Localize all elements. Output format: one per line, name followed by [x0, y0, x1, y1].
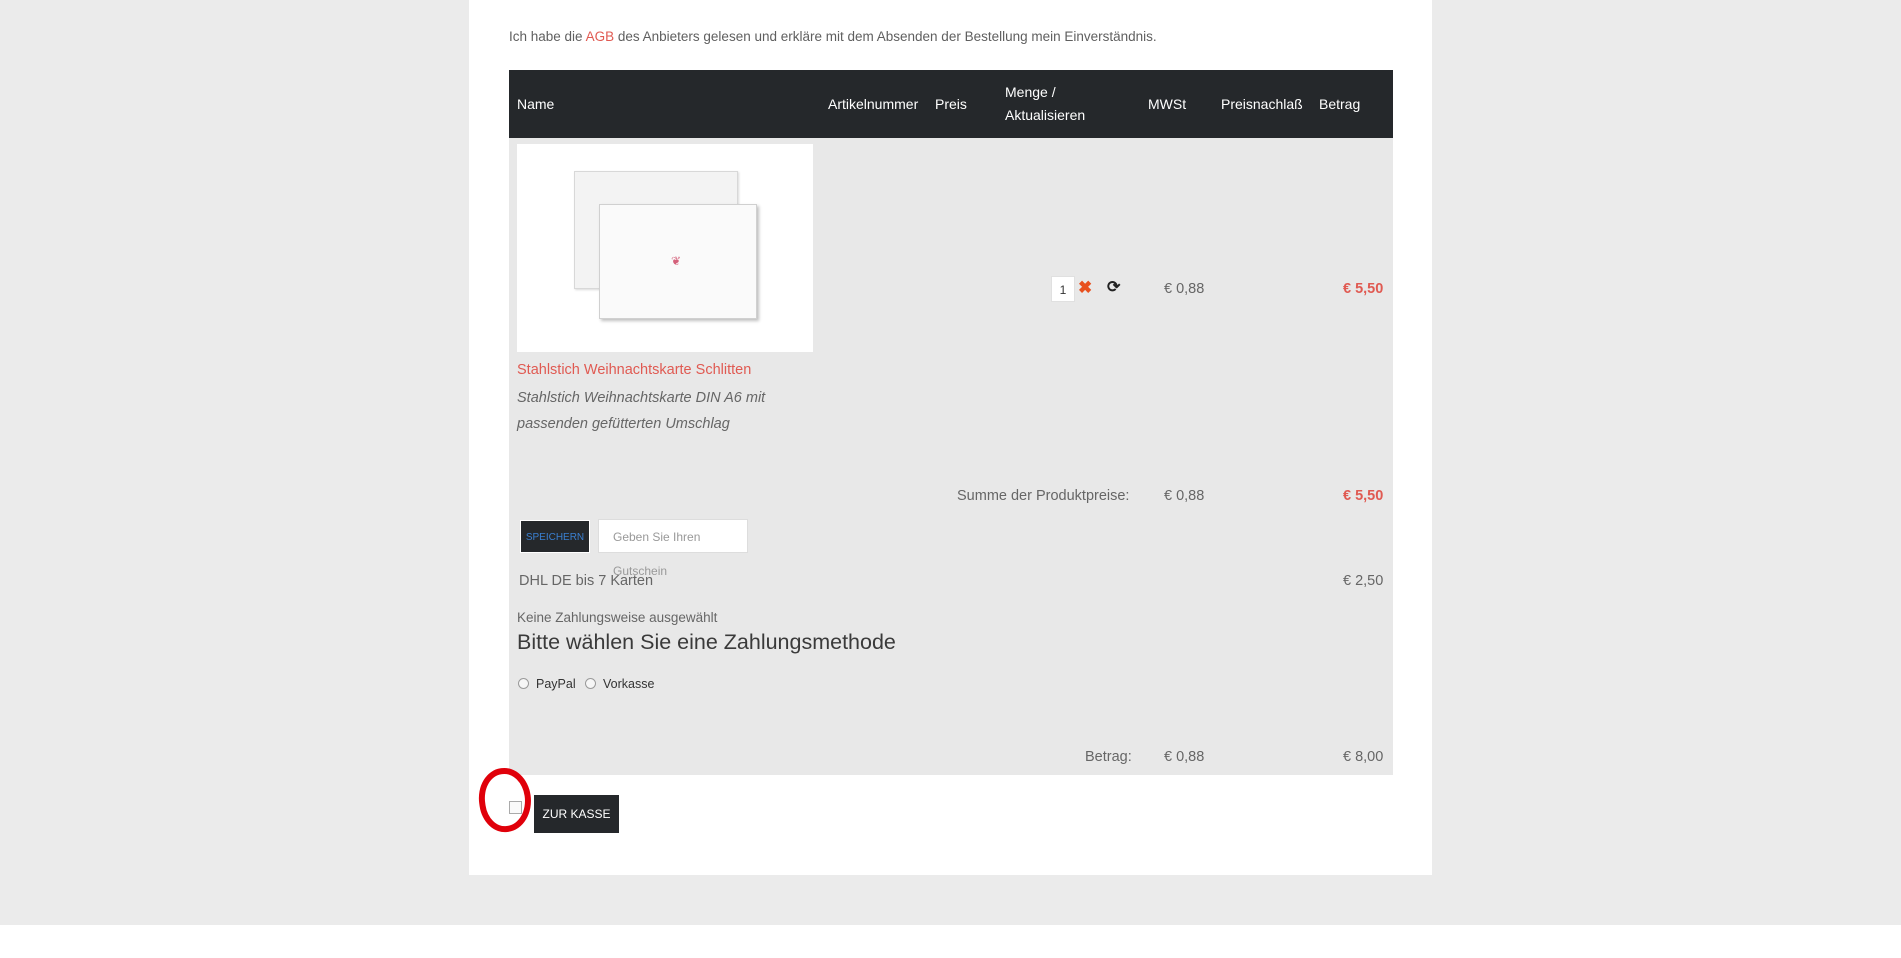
vorkasse-label[interactable]: Vorkasse	[603, 677, 654, 691]
header-amount: Betrag	[1319, 96, 1361, 112]
subtotal-label: Summe der Produktpreise:	[957, 488, 1130, 504]
header-price: Preis	[935, 96, 967, 112]
paypal-radio[interactable]	[518, 678, 529, 689]
total-vat: € 0,88	[1164, 749, 1205, 765]
total-amount: € 8,00	[1343, 749, 1384, 765]
agb-text-before: Ich habe die	[509, 29, 583, 44]
agb-checkbox[interactable]	[509, 801, 522, 814]
agb-text-after: des Anbieters gelesen und erkläre mit de…	[617, 29, 1157, 44]
product-total: € 5,50	[1343, 281, 1384, 297]
checkout-button[interactable]: ZUR KASSE	[534, 795, 619, 833]
payment-none-selected: Keine Zahlungsweise ausgewählt	[517, 610, 718, 625]
save-coupon-button[interactable]: SPEICHERN	[520, 520, 590, 553]
product-description: Stahlstich Weihnachtskarte DIN A6 mit pa…	[517, 390, 766, 432]
paypal-label[interactable]: PayPal	[536, 677, 576, 691]
agb-notice: Ich habe die AGB des Anbieters gelesen u…	[509, 29, 1157, 44]
header-qty-line2: Aktualisieren	[1005, 107, 1086, 123]
delete-icon[interactable]: ✖	[1078, 278, 1092, 298]
subtotal-total: € 5,50	[1343, 488, 1384, 504]
header-sku: Artikelnummer	[828, 96, 919, 112]
product-name-link[interactable]: Stahlstich Weihnachtskarte Schlitten	[517, 362, 751, 378]
shipping-price: € 2,50	[1343, 573, 1384, 589]
header-name: Name	[517, 96, 555, 112]
shipping-label: DHL DE bis 7 Karten	[519, 573, 654, 589]
coupon-input[interactable]: Geben Sie Ihren Gutschein	[598, 519, 748, 578]
refresh-icon[interactable]: ⟳	[1107, 278, 1120, 298]
agb-link[interactable]: AGB	[586, 29, 615, 44]
header-vat: MWSt	[1148, 96, 1187, 112]
header-qty-line1: Menge /	[1005, 84, 1056, 100]
cart-table-header: Name Artikelnummer Preis Menge / Aktuali…	[509, 70, 1393, 138]
product-vat: € 0,88	[1164, 281, 1205, 297]
quantity-input[interactable]: 1	[1051, 276, 1075, 302]
header-discount: Preisnachlaß	[1221, 96, 1303, 112]
vorkasse-radio[interactable]	[585, 678, 596, 689]
sleigh-engraving: ❦	[670, 254, 682, 268]
total-label: Betrag:	[1085, 749, 1132, 765]
payment-heading: Bitte wählen Sie eine Zahlungsmethode	[517, 630, 896, 654]
subtotal-vat: € 0,88	[1164, 488, 1205, 504]
